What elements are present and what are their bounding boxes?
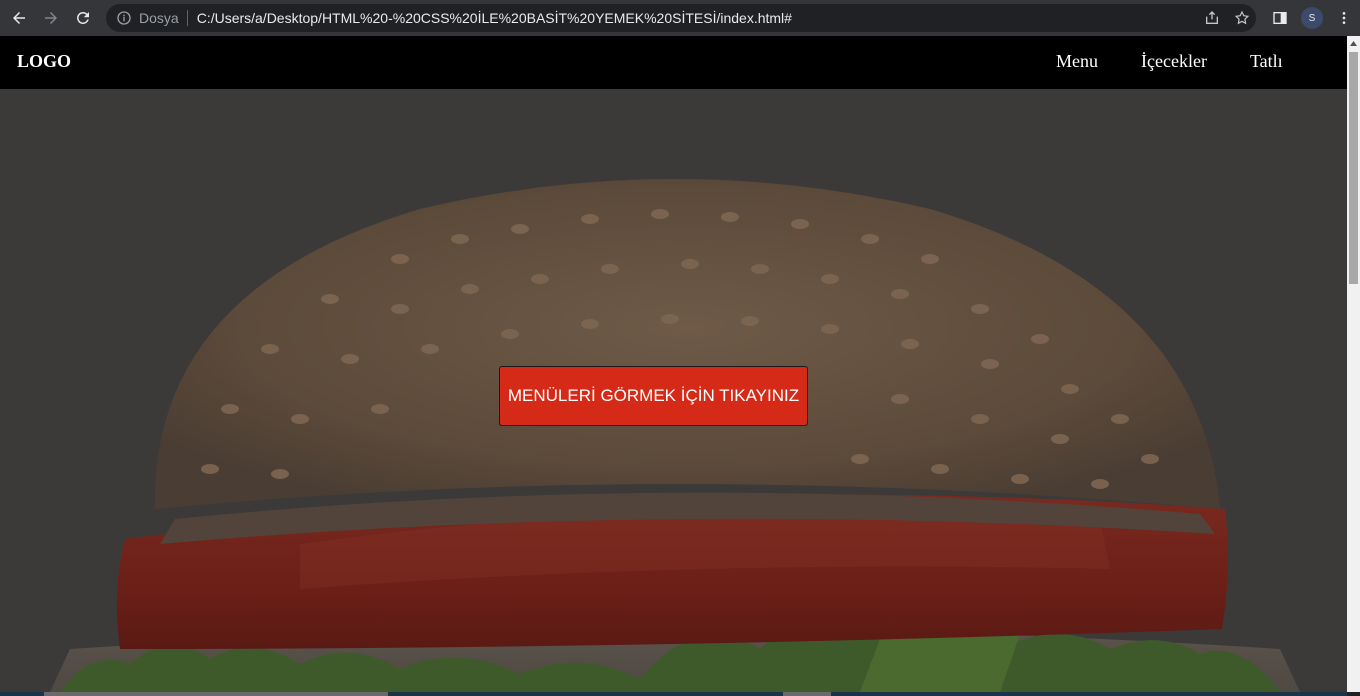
taskbar-strip [0,692,1347,696]
profile-button[interactable]: S [1296,2,1328,34]
scroll-up-arrow-icon[interactable] [1347,36,1360,50]
security-label: Dosya [139,10,179,26]
nav-link-icecekler[interactable]: İçecekler [1141,51,1207,72]
nav-links: Menu İçecekler Tatlı [1056,51,1326,72]
nav-link-tatli[interactable]: Tatlı [1250,51,1283,72]
bookmark-star-icon[interactable] [1234,10,1250,26]
omnibox-divider [186,10,188,26]
hero-section: MENÜLERİ GÖRMEK İÇİN TIKAYINIZ [0,89,1347,692]
browser-toolbar: Dosya C:/Users/a/Desktop/HTML%20-%20CSS%… [0,0,1360,36]
reload-button[interactable] [67,2,99,34]
forward-button[interactable] [35,2,67,34]
taskbar-segment [783,692,831,696]
chrome-menu-button[interactable] [1328,2,1360,34]
nav-link-menu[interactable]: Menu [1056,51,1098,72]
vertical-scrollbar[interactable] [1347,36,1360,692]
page-viewport: LOGO Menu İçecekler Tatlı MENÜLERİ GÖRME… [0,36,1347,692]
side-panel-button[interactable] [1264,2,1296,34]
url-text[interactable]: C:/Users/a/Desktop/HTML%20-%20CSS%20İLE%… [197,10,792,26]
arrow-left-icon [13,12,25,24]
scrollbar-thumb[interactable] [1349,52,1358,284]
arrow-right-icon [45,12,57,24]
more-vert-icon [1342,12,1346,24]
side-panel-icon [1273,12,1287,24]
reload-icon [77,11,89,24]
info-icon[interactable] [116,10,132,26]
site-navbar: LOGO Menu İçecekler Tatlı [0,36,1347,89]
share-icon[interactable] [1204,10,1220,26]
address-bar[interactable]: Dosya C:/Users/a/Desktop/HTML%20-%20CSS%… [106,4,1256,32]
avatar: S [1301,7,1323,29]
taskbar-segment [44,692,388,696]
view-menus-button[interactable]: MENÜLERİ GÖRMEK İÇİN TIKAYINIZ [499,366,808,426]
site-logo[interactable]: LOGO [17,51,71,72]
back-button[interactable] [3,2,35,34]
